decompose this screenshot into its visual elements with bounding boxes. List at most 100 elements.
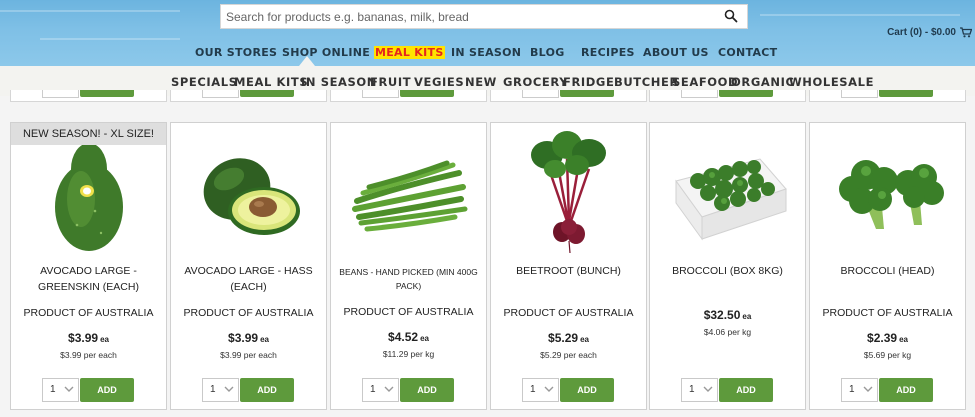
- product-name[interactable]: BROCCOLI (HEAD): [814, 263, 961, 279]
- product-price: $5.29 ea: [491, 331, 646, 345]
- qty-select-partial[interactable]: [362, 90, 399, 98]
- product-name[interactable]: BROCCOLI (BOX 8KG): [654, 263, 801, 279]
- quantity-select[interactable]: 1: [362, 378, 399, 402]
- price-unit: ea: [100, 335, 109, 344]
- product-unit-price: $3.99 per each: [220, 350, 277, 360]
- product-name[interactable]: BEETROOT (BUNCH): [495, 263, 642, 279]
- product-name[interactable]: AVOCADO LARGE - GREENSKIN (EACH): [15, 263, 162, 295]
- product-name[interactable]: AVOCADO LARGE - HASS (EACH): [175, 263, 322, 295]
- product-name[interactable]: BEANS - HAND PICKED (MIN 400G PACK): [335, 265, 482, 293]
- nav-in-season[interactable]: IN SEASON: [451, 46, 521, 59]
- quantity-value: 1: [50, 384, 56, 395]
- price-unit: ea: [899, 335, 908, 344]
- nav-blog[interactable]: BLOG: [530, 46, 565, 59]
- price-value: $2.39: [867, 331, 898, 345]
- chevron-down-icon: [703, 386, 713, 392]
- category-butcher[interactable]: BUTCHER: [614, 75, 679, 89]
- sky-streak: [0, 10, 180, 12]
- previous-product-row: [0, 90, 975, 108]
- price-value: $3.99: [228, 331, 259, 345]
- add-to-cart-button[interactable]: ADD: [879, 378, 933, 402]
- product-unit-price: $4.06 per kg: [703, 327, 752, 337]
- product-origin: PRODUCT OF AUSTRALIA: [822, 307, 953, 319]
- qty-select-partial[interactable]: [202, 90, 239, 98]
- nav-about-us[interactable]: ABOUT US: [643, 46, 709, 59]
- qty-select-partial[interactable]: [841, 90, 878, 98]
- cart-label: Cart (0) - $0.00: [887, 27, 956, 38]
- qty-select-partial[interactable]: [681, 90, 718, 98]
- product-card: AVOCADO LARGE - HASS (EACH) PRODUCT OF A…: [170, 122, 327, 410]
- chevron-down-icon: [384, 386, 394, 392]
- quantity-value: 1: [530, 384, 536, 395]
- product-origin: PRODUCT OF AUSTRALIA: [23, 307, 154, 319]
- quantity-value: 1: [210, 384, 216, 395]
- price-value: $5.29: [548, 331, 579, 345]
- qty-select-partial[interactable]: [522, 90, 559, 98]
- add-button-partial[interactable]: [240, 90, 294, 97]
- price-value: $32.50: [703, 308, 741, 322]
- qty-select-partial[interactable]: [42, 90, 79, 98]
- category-specials[interactable]: SPECIALS: [171, 75, 238, 89]
- price-unit: ea: [420, 334, 429, 343]
- add-to-cart-button[interactable]: ADD: [80, 378, 134, 402]
- category-fridge[interactable]: FRIDGE: [563, 75, 614, 89]
- category-meal-kits[interactable]: MEAL KITS: [234, 75, 308, 89]
- category-in-season[interactable]: IN SEASON: [301, 75, 377, 89]
- add-to-cart-button[interactable]: ADD: [560, 378, 614, 402]
- product-unit-price: $11.29 per kg: [382, 349, 435, 359]
- product-price: $3.99 ea: [171, 331, 326, 345]
- add-button-partial[interactable]: [80, 90, 134, 97]
- quantity-value: 1: [689, 384, 695, 395]
- quantity-select[interactable]: 1: [841, 378, 878, 402]
- nav-shop-online[interactable]: SHOP ONLINE: [282, 46, 370, 59]
- avocado-hass-image[interactable]: [189, 129, 309, 254]
- category-vegies[interactable]: VEGIES: [414, 75, 464, 89]
- cart-link[interactable]: Cart (0) - $0.00: [887, 27, 972, 38]
- product-card-partial: [809, 90, 966, 102]
- price-unit: ea: [742, 312, 752, 321]
- add-to-cart-button[interactable]: ADD: [240, 378, 294, 402]
- category-new[interactable]: NEW: [465, 75, 497, 89]
- product-origin: PRODUCT OF AUSTRALIA: [343, 306, 474, 318]
- search-bar: [220, 4, 748, 29]
- add-button-partial[interactable]: [560, 90, 614, 97]
- search-icon[interactable]: [724, 9, 738, 23]
- sky-streak: [760, 14, 960, 16]
- product-unit-price: $3.99 per each: [60, 350, 117, 360]
- add-to-cart-button[interactable]: ADD: [719, 378, 773, 402]
- quantity-select[interactable]: 1: [202, 378, 239, 402]
- product-unit-price: $5.69 per kg: [863, 350, 912, 360]
- product-price: $32.50 ea: [650, 308, 805, 322]
- category-grocery[interactable]: GROCERY: [503, 75, 568, 89]
- add-to-cart-button[interactable]: ADD: [400, 378, 454, 402]
- category-organic[interactable]: ORGANIC: [731, 75, 795, 89]
- broccoli-head-image[interactable]: [828, 129, 948, 254]
- category-seafood[interactable]: SEAFOOD: [672, 75, 738, 89]
- avocado-greenskin-image[interactable]: [29, 129, 149, 254]
- product-card: BROCCOLI (BOX 8KG) $32.50 ea $4.06 per kg…: [649, 122, 806, 410]
- chevron-down-icon: [544, 386, 554, 392]
- add-button-partial[interactable]: [719, 90, 773, 97]
- product-card: BROCCOLI (HEAD) PRODUCT OF AUSTRALIA $2.…: [809, 122, 966, 410]
- nav-meal-kits[interactable]: MEAL KITS: [374, 46, 445, 59]
- beetroot-image[interactable]: [509, 129, 629, 254]
- product-card: NEW SEASON! - XL SIZE! AVOCADO LARGE - G…: [10, 122, 167, 410]
- site-header: Cart (0) - $0.00 OUR STORES SHOP ONLINE …: [0, 0, 975, 66]
- nav-our-stores[interactable]: OUR STORES: [195, 46, 277, 59]
- search-input[interactable]: [221, 5, 711, 28]
- quantity-select[interactable]: 1: [42, 378, 79, 402]
- add-button-partial[interactable]: [879, 90, 933, 97]
- add-button-partial[interactable]: [400, 90, 454, 97]
- category-wholesale[interactable]: WHOLESALE: [789, 75, 874, 89]
- quantity-select[interactable]: 1: [681, 378, 718, 402]
- nav-contact[interactable]: CONTACT: [718, 46, 777, 59]
- chevron-down-icon: [863, 386, 873, 392]
- quantity-select[interactable]: 1: [522, 378, 559, 402]
- green-beans-image[interactable]: [349, 129, 469, 254]
- price-unit: ea: [580, 335, 589, 344]
- product-card-partial: [649, 90, 806, 102]
- broccoli-box-image[interactable]: [668, 129, 788, 254]
- category-fruit[interactable]: FRUIT: [370, 75, 411, 89]
- product-card: BEETROOT (BUNCH) PRODUCT OF AUSTRALIA $5…: [490, 122, 647, 410]
- nav-recipes[interactable]: RECIPES: [581, 46, 635, 59]
